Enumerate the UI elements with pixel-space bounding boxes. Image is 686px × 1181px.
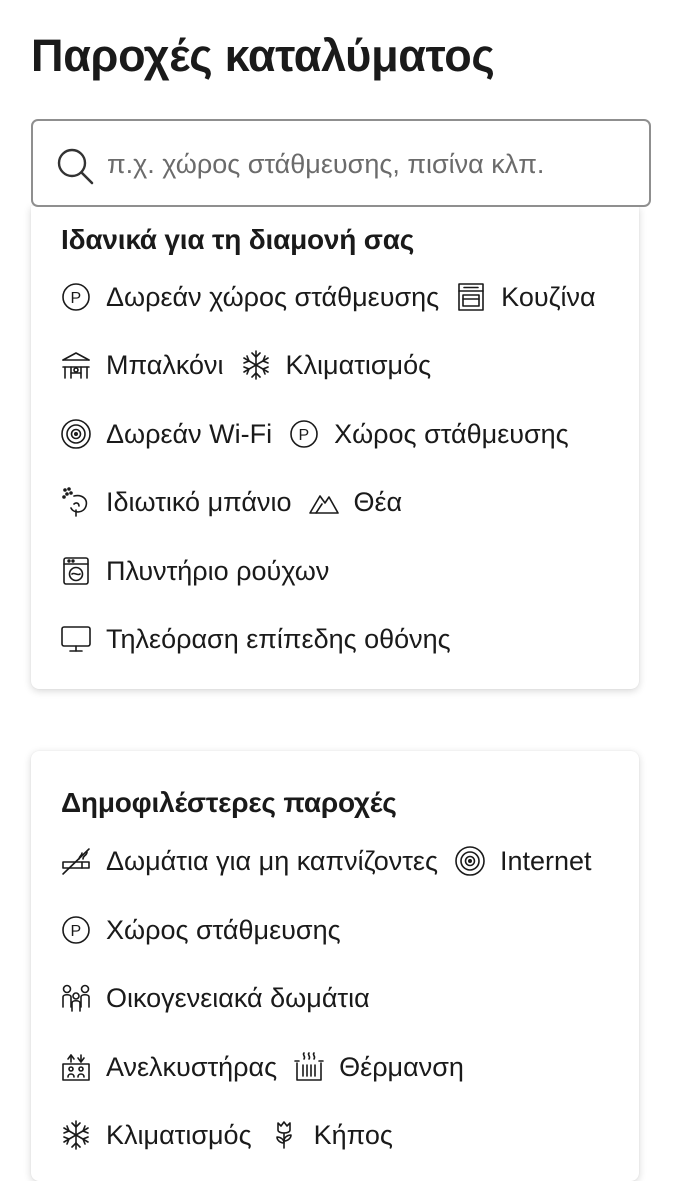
family-icon — [62, 984, 90, 1012]
ideal-amenities-card: Ιδανικά για τη διαμονή σας P Δωρεάν χώρο… — [31, 206, 639, 689]
popular-amenities-title: Δημοφιλέστερες παροχές — [61, 787, 397, 818]
amenity-row: Μπαλκόνι Κλιματισμός — [60, 345, 629, 385]
amenity-item[interactable]: Οικογενειακά δωμάτια — [60, 982, 370, 1014]
amenity-row: Κλιματισμός Κήπος — [60, 1115, 629, 1155]
amenity-label: Ανελκυστήρας — [106, 1051, 278, 1082]
amenity-item[interactable]: Θέρμανση — [293, 1051, 464, 1083]
amenity-label: Θέρμανση — [339, 1051, 464, 1082]
amenity-label: Κουζίνα — [501, 281, 596, 312]
amenity-row: P Χώρος στάθμευσης — [60, 910, 629, 950]
amenity-item[interactable]: P Δωρεάν χώρος στάθμευσης — [60, 281, 439, 313]
amenity-item[interactable]: Κλιματισμός — [60, 1119, 252, 1151]
amenity-row: Ιδιωτικό μπάνιο Θέα — [60, 482, 629, 522]
amenity-item[interactable]: Κλιματισμός — [240, 349, 432, 381]
amenity-item[interactable]: P Χώρος στάθμευσης — [60, 914, 341, 946]
amenity-label: Ιδιωτικό μπάνιο — [106, 486, 292, 517]
amenity-item[interactable]: Δωρεάν Wi-Fi — [60, 418, 272, 450]
amenity-label: Χώρος στάθμευσης — [106, 914, 341, 945]
wifi-icon — [61, 419, 91, 449]
amenity-item[interactable]: P Χώρος στάθμευσης — [288, 418, 569, 450]
amenity-item[interactable]: Πλυντήριο ρούχων — [60, 555, 329, 587]
no-smoking-icon — [62, 848, 90, 875]
amenity-label: Πλυντήριο ρούχων — [106, 555, 330, 586]
snowflake-icon — [63, 1120, 89, 1150]
amenity-item[interactable]: Κήπος — [268, 1119, 393, 1151]
garden-icon — [275, 1121, 292, 1149]
amenity-item[interactable]: Τηλεόραση επίπεδης οθόνης — [60, 623, 451, 655]
amenity-item[interactable]: Κουζίνα — [455, 281, 596, 313]
page-title: Παροχές καταλύματος — [31, 30, 495, 81]
amenity-label: Internet — [499, 845, 592, 876]
shower-icon — [62, 487, 88, 517]
parking-icon: P — [62, 916, 90, 944]
amenity-label: Χώρος στάθμευσης — [334, 418, 569, 449]
amenity-label: Οικογενειακά δωμάτια — [106, 982, 370, 1013]
ideal-amenities-title: Ιδανικά για τη διαμονή σας — [61, 224, 415, 255]
search-box[interactable] — [31, 119, 651, 207]
amenity-row: P Δωρεάν χώρος στάθμευσης Κουζίνα — [60, 277, 629, 317]
amenity-row: Τηλεόραση επίπεδης οθόνης — [60, 619, 629, 659]
heating-icon — [294, 1052, 324, 1081]
amenity-item[interactable]: Ιδιωτικό μπάνιο — [60, 486, 292, 518]
snowflake-icon — [242, 350, 269, 380]
amenity-label: Μπαλκόνι — [106, 349, 224, 380]
mountain-view-icon — [308, 495, 339, 514]
search-icon — [57, 148, 94, 185]
elevator-icon — [62, 1054, 90, 1081]
kitchen-icon — [458, 283, 484, 311]
amenity-label: Δωρεάν χώρος στάθμευσης — [106, 281, 440, 312]
amenity-label: Κήπος — [313, 1119, 393, 1150]
svg-text:P: P — [71, 923, 82, 940]
balcony-icon — [62, 352, 90, 379]
amenity-label: Θέα — [353, 486, 403, 517]
search-input[interactable] — [107, 139, 627, 189]
popular-amenities-card: Δημοφιλέστερες παροχές Δωμάτια για μη κα… — [31, 751, 639, 1181]
parking-icon: P — [62, 283, 90, 311]
amenity-row: Πλυντήριο ρούχων — [60, 551, 629, 591]
amenity-label: Κλιματισμός — [106, 1119, 252, 1150]
amenity-item[interactable]: Ανελκυστήρας — [60, 1051, 277, 1083]
tv-icon — [61, 626, 91, 652]
amenity-label: Δωμάτια για μη καπνίζοντες — [106, 845, 438, 876]
amenity-label: Δωρεάν Wi-Fi — [106, 418, 273, 449]
parking-icon: P — [290, 420, 318, 448]
svg-text:P: P — [71, 290, 82, 307]
amenity-row: Ανελκυστήρας Θέρμανση — [60, 1047, 629, 1087]
washing-machine-icon — [63, 557, 89, 585]
amenity-item[interactable]: Μπαλκόνι — [60, 349, 224, 381]
amenity-row: Οικογενειακά δωμάτια — [60, 978, 629, 1018]
amenity-label: Κλιματισμός — [285, 349, 432, 380]
internet-icon — [455, 846, 485, 876]
amenity-row: Δωρεάν Wi-Fi P Χώρος στάθμευσης — [60, 414, 629, 454]
amenity-item[interactable]: Δωμάτια για μη καπνίζοντες — [60, 845, 438, 877]
amenity-item[interactable]: Θέα — [308, 486, 403, 518]
svg-text:P: P — [299, 427, 310, 444]
amenity-item[interactable]: Internet — [454, 845, 592, 877]
amenity-label: Τηλεόραση επίπεδης οθόνης — [106, 623, 451, 654]
amenity-row: Δωμάτια για μη καπνίζοντες Internet — [60, 841, 629, 881]
